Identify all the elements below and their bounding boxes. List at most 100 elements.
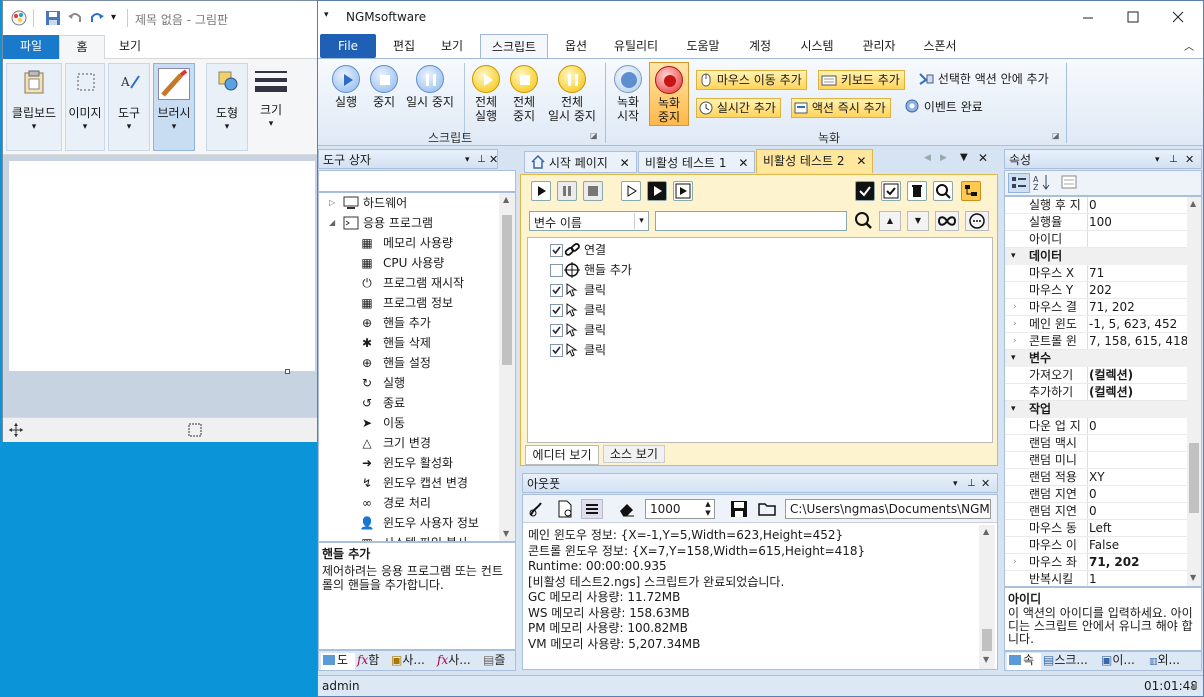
clipboard-group[interactable]: 클립보드 ▾ [6,63,62,151]
menu-admin[interactable]: 관리자 [854,34,904,58]
scroll-up-icon[interactable]: ▲ [983,527,989,536]
pin-icon[interactable]: ⊥ [967,474,976,494]
search-button[interactable] [933,181,953,201]
property-row[interactable]: 반복시킬 1 [1005,571,1187,586]
bottom-tab-user-func[interactable]: fx사... [437,653,481,670]
pause-button[interactable] [557,181,577,201]
scroll-down-icon[interactable]: ▼ [983,655,989,664]
property-row[interactable]: 마우스 이 False [1005,537,1187,554]
dialog-launcher-icon[interactable]: ◪ [590,131,598,140]
resize-grip-icon[interactable]: ◢ [1190,681,1197,691]
panel-menu-icon[interactable]: ▾ [1155,150,1160,170]
tree-expander[interactable]: ◢ [329,213,335,233]
move-down-button[interactable]: ▼ [907,211,929,231]
tree-view-button[interactable] [961,181,981,201]
check-button[interactable] [881,181,901,201]
chevron-down-icon[interactable]: ▾ [1011,248,1016,265]
close-icon[interactable]: ✕ [1185,150,1194,170]
property-value[interactable]: 202 [1089,282,1187,299]
property-category[interactable]: ▾ 변수 [1005,350,1187,367]
bottom-tab-properties[interactable]: 속 [1007,653,1041,670]
play-button[interactable] [531,181,551,201]
property-value[interactable]: 7, 158, 615, 418 [1089,333,1187,350]
system-menu-icon[interactable]: ▾ [324,10,329,20]
property-row[interactable]: 랜덤 지연 0 [1005,503,1187,520]
scroll-thumb[interactable] [502,215,512,365]
bottom-tab-image[interactable]: ▣이... [1101,653,1147,670]
tree-expander[interactable]: ▷ [329,193,335,213]
categorized-icon[interactable] [1008,173,1030,193]
close-icon[interactable]: ✕ [981,474,990,494]
more-button[interactable] [965,211,989,231]
redo-icon[interactable] [89,10,105,26]
tab-left-icon[interactable]: ◀ [924,153,931,163]
action-checkbox[interactable] [550,264,563,277]
log-path-input[interactable]: C:\Users\ngmas\Documents\NGM6\ [785,499,991,519]
chevron-down-icon[interactable]: ▾ [1011,401,1016,418]
folder-icon[interactable] [757,499,779,519]
property-row[interactable]: 랜덤 적용 XY [1005,469,1187,486]
property-category[interactable]: ▾ 작업 [1005,401,1187,418]
maximize-button[interactable] [1113,5,1153,29]
close-icon[interactable]: ✕ [620,156,630,170]
property-row[interactable]: › 마우스 좌 71, 202 [1005,554,1187,571]
menu-script[interactable]: 스크립트 [480,34,548,58]
property-row[interactable]: 아이디 [1005,231,1187,248]
property-row[interactable]: 랜덤 미니 [1005,452,1187,469]
add-action-now-button[interactable]: 액션 즉시 추가 [791,98,891,118]
close-icon[interactable]: ✕ [856,154,866,168]
bottom-tab-user[interactable]: ▣사... [391,653,435,670]
property-category[interactable]: ▾ 데이터 [1005,248,1187,265]
spinner-icon[interactable]: ▲ ▼ [702,500,714,518]
chevron-right-icon[interactable]: › [1013,554,1017,571]
menu-help[interactable]: 도움말 [678,34,728,58]
property-value[interactable]: 71, 202 [1089,299,1187,316]
stop-button[interactable] [583,181,603,201]
action-checkbox[interactable] [550,304,563,317]
close-icon[interactable]: ✕ [738,156,748,170]
image-group[interactable]: 이미지 ▾ [65,63,105,151]
pause-all-button[interactable]: 전체 일시 중지 [544,65,600,123]
panel-menu-icon[interactable]: ▾ [465,150,470,170]
property-row[interactable]: 가져오기 (컬렉션) [1005,367,1187,384]
save-icon[interactable] [45,10,61,26]
search-icon[interactable] [853,211,875,231]
menu-file[interactable]: File [320,34,376,58]
chevron-right-icon[interactable]: › [1013,316,1017,333]
loop-button[interactable] [935,211,959,231]
chevron-down-icon[interactable]: ▾ [1011,350,1016,367]
property-row[interactable]: 추가하기 (컬렉션) [1005,384,1187,401]
property-pages-icon[interactable] [1059,173,1081,193]
property-row[interactable]: 실행 후 지 0 [1005,197,1187,214]
close-button[interactable] [1158,5,1198,29]
chevron-right-icon[interactable]: › [1013,299,1017,316]
property-value[interactable]: False [1089,537,1187,554]
add-keyboard-button[interactable]: 키보드 추가 [818,70,905,90]
property-value[interactable]: 0 [1089,486,1187,503]
pin-icon[interactable]: ⊥ [1169,150,1178,170]
minimize-button[interactable] [1068,5,1108,29]
menu-edit[interactable]: 편집 [384,34,424,58]
property-value[interactable]: XY [1089,469,1187,486]
property-value[interactable]: 1 [1089,571,1187,586]
sort-alpha-icon[interactable]: AZ [1032,173,1054,193]
output-scrollbar[interactable]: ▲ ▼ [979,525,995,669]
stop-all-button[interactable]: 전체 중지 [506,65,542,123]
menu-account[interactable]: 계정 [740,34,780,58]
property-value[interactable]: (컬렉션) [1089,367,1187,384]
play-block-button[interactable] [647,181,667,201]
check-all-button[interactable] [855,181,875,201]
properties-scrollbar[interactable]: ▲ ▼ [1187,197,1201,586]
delete-button[interactable] [907,181,927,201]
undo-icon[interactable] [67,10,83,26]
menu-sponsor[interactable]: 스폰서 [916,34,964,58]
run-all-button[interactable]: 전체 실행 [468,65,504,123]
brush-group[interactable]: 브러시 ▾ [153,63,195,151]
scroll-down-icon[interactable]: ▼ [1190,573,1196,582]
scroll-down-icon[interactable]: ▼ [503,529,509,538]
tab-editor-view[interactable]: 에디터 보기 [525,445,599,465]
qat-dropdown-icon[interactable]: ▾ [111,12,116,23]
property-row[interactable]: 마우스 동 Left [1005,520,1187,537]
property-row[interactable]: 랜덤 맥시 [1005,435,1187,452]
close-icon[interactable]: ✕ [978,151,988,165]
